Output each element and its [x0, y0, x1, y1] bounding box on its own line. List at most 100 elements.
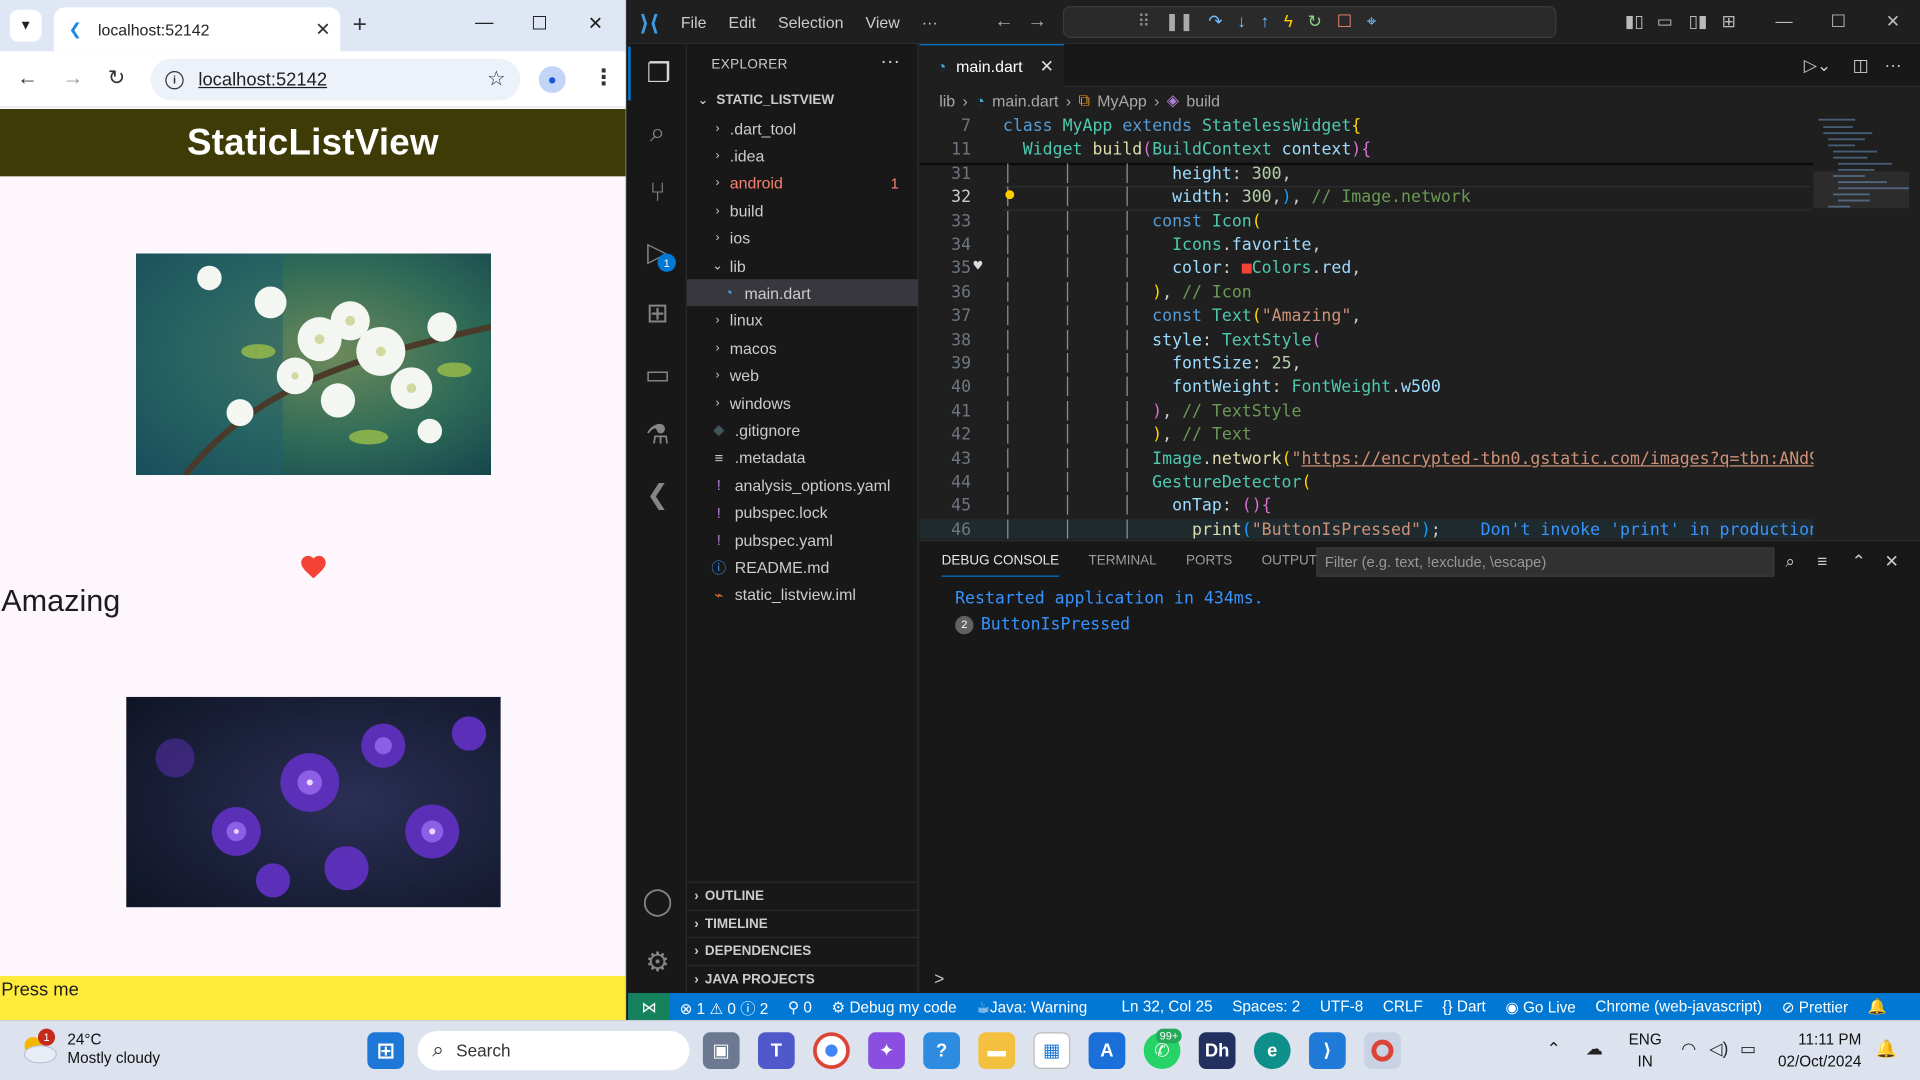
chrome-taskbar-icon[interactable]: [813, 1032, 850, 1069]
editor-more-icon[interactable]: ···: [1885, 55, 1902, 75]
tree-item[interactable]: ◆ .gitignore: [687, 417, 918, 444]
vscode-taskbar-icon[interactable]: ⟩: [1308, 1032, 1346, 1069]
nav-forward-icon[interactable]: →: [1027, 11, 1047, 33]
tree-item[interactable]: ≡ .metadata: [687, 444, 918, 471]
timeline-section[interactable]: › TIMELINE: [686, 909, 919, 937]
minimap[interactable]: [1813, 115, 1909, 539]
breadcrumb-method[interactable]: build: [1186, 91, 1220, 109]
tree-item[interactable]: ! analysis_options.yaml: [687, 472, 918, 499]
maximize-panel-icon[interactable]: ⌃: [1851, 551, 1865, 572]
dh-app-icon[interactable]: Dh: [1198, 1032, 1236, 1069]
teams-icon[interactable]: T: [757, 1032, 795, 1069]
menu-file[interactable]: File: [681, 13, 707, 31]
problems-indicator[interactable]: ⊗ 1 ⚠ 0 ⓘ 2: [670, 995, 778, 1018]
indentation[interactable]: Spaces: 2: [1222, 998, 1310, 1015]
new-tab-button[interactable]: +: [353, 11, 367, 39]
tree-item[interactable]: › build: [687, 197, 918, 224]
bookmark-star-icon[interactable]: ☆: [487, 67, 506, 91]
tree-item[interactable]: › linux: [687, 307, 918, 334]
browser-tab[interactable]: ❮ localhost:52142 ✕: [53, 7, 341, 52]
minimize-icon[interactable]: —: [475, 12, 493, 33]
extensions-icon[interactable]: ⊞: [628, 287, 687, 341]
task-view-icon[interactable]: ▣: [702, 1032, 740, 1069]
clear-console-icon[interactable]: ≡: [1817, 551, 1827, 571]
close-window-icon[interactable]: ✕: [1886, 11, 1900, 32]
clock[interactable]: 11:11 PM 02/Oct/2024: [1778, 1029, 1861, 1073]
go-live-button[interactable]: ◉ Go Live: [1496, 997, 1586, 1016]
debug-console-filter-input[interactable]: Filter (e.g. text, !exclude, \escape): [1316, 547, 1775, 577]
menu-more[interactable]: ···: [922, 13, 938, 31]
step-over-icon[interactable]: ↷: [1208, 10, 1222, 31]
close-tab-icon[interactable]: ✕: [315, 18, 330, 41]
tree-item[interactable]: › windows: [687, 389, 918, 416]
tree-item[interactable]: ◔ main.dart: [686, 279, 919, 307]
nav-back-icon[interactable]: ←: [994, 11, 1014, 33]
editor-tab-main-dart[interactable]: ◔ main.dart ✕: [919, 44, 1065, 89]
battery-icon[interactable]: ▭: [1740, 1038, 1756, 1059]
tree-item[interactable]: › .dart_tool: [687, 115, 918, 142]
console-prompt[interactable]: >: [934, 969, 944, 989]
settings-gear-icon[interactable]: ⚙: [628, 936, 687, 990]
encoding[interactable]: UTF-8: [1310, 998, 1373, 1015]
devtools-icon[interactable]: ⌖: [1367, 10, 1377, 31]
flutter-icon[interactable]: ❮: [628, 468, 687, 522]
debug-status[interactable]: ⚙ Debug my code: [822, 997, 967, 1016]
site-info-icon[interactable]: i: [165, 70, 184, 89]
tree-item[interactable]: ⓘ README.md: [687, 554, 918, 581]
source-control-icon[interactable]: ⑂: [628, 165, 687, 219]
reload-icon[interactable]: ↻: [108, 66, 125, 90]
explorer-icon[interactable]: ❐: [628, 46, 687, 101]
close-window-icon[interactable]: ✕: [588, 12, 603, 34]
chrome-active-taskbar-icon[interactable]: [1364, 1032, 1401, 1069]
tree-item[interactable]: ! pubspec.lock: [687, 499, 918, 526]
file-explorer-icon[interactable]: ▬: [978, 1032, 1016, 1069]
copilot-icon[interactable]: ✦: [868, 1032, 905, 1069]
tab-search-button[interactable]: ▼: [9, 9, 42, 42]
workspace-root[interactable]: ⌄ STATIC_LISTVIEW: [687, 87, 918, 114]
toggle-secondary-sidebar-icon[interactable]: ▯▮: [1689, 11, 1708, 32]
restart-icon[interactable]: ↻: [1308, 10, 1322, 31]
forward-icon[interactable]: →: [62, 66, 83, 90]
tree-item[interactable]: ⌁ static_listview.iml: [687, 581, 918, 608]
explorer-more-icon[interactable]: ···: [880, 51, 900, 73]
hot-reload-icon[interactable]: ϟ: [1284, 11, 1293, 31]
drag-handle-icon[interactable]: ⠿: [1138, 10, 1151, 31]
lightbulb-icon[interactable]: ●: [1005, 185, 1014, 202]
language-indicator[interactable]: ENG IN: [1629, 1029, 1662, 1073]
step-out-icon[interactable]: ↑: [1261, 11, 1270, 31]
tree-item[interactable]: › ios: [687, 225, 918, 252]
cursor-position[interactable]: Ln 32, Col 25: [1112, 998, 1223, 1015]
breadcrumb-lib[interactable]: lib: [939, 91, 955, 109]
close-panel-icon[interactable]: ✕: [1885, 551, 1899, 572]
accounts-icon[interactable]: ◯: [628, 874, 687, 928]
testing-icon[interactable]: ⚗: [628, 408, 687, 462]
store-icon[interactable]: ▦: [1033, 1032, 1071, 1069]
tab-output[interactable]: OUTPUT: [1262, 553, 1317, 576]
volume-icon[interactable]: ◁): [1709, 1038, 1728, 1059]
run-file-icon[interactable]: ▷⌄: [1804, 55, 1832, 76]
menu-selection[interactable]: Selection: [778, 13, 843, 31]
tab-terminal[interactable]: TERMINAL: [1089, 553, 1157, 576]
tray-chevron-up-icon[interactable]: ⌃: [1547, 1038, 1561, 1059]
tab-ports[interactable]: PORTS: [1186, 553, 1232, 576]
menu-edit[interactable]: Edit: [729, 13, 756, 31]
minimize-icon[interactable]: —: [1776, 11, 1793, 31]
prettier-status[interactable]: ⊘ Prettier: [1772, 997, 1858, 1016]
toggle-panel-icon[interactable]: ▭: [1657, 11, 1673, 32]
breadcrumb-class[interactable]: MyApp: [1097, 91, 1147, 109]
maximize-icon[interactable]: ☐: [531, 12, 547, 34]
start-icon[interactable]: ⊞: [367, 1032, 405, 1069]
onedrive-icon[interactable]: ☁: [1586, 1038, 1603, 1059]
wifi-icon[interactable]: ◠: [1681, 1038, 1696, 1059]
step-into-icon[interactable]: ↓: [1237, 11, 1246, 31]
code-view[interactable]: 7 class MyApp extends StatelessWidget{ 11…: [919, 115, 1814, 539]
dependencies-section[interactable]: › DEPENDENCIES: [686, 936, 919, 964]
maximize-icon[interactable]: ☐: [1831, 11, 1846, 32]
language-mode[interactable]: {} Dart: [1433, 998, 1496, 1015]
pause-icon[interactable]: ❚❚: [1165, 10, 1194, 31]
tree-item[interactable]: › web: [687, 362, 918, 389]
notifications-bell-icon[interactable]: 🔔: [1858, 997, 1897, 1015]
java-projects-section[interactable]: › JAVA PROJECTS: [686, 964, 919, 992]
tree-item[interactable]: › .idea: [687, 143, 918, 170]
toggle-sidebar-icon[interactable]: ▮▯: [1625, 11, 1644, 32]
